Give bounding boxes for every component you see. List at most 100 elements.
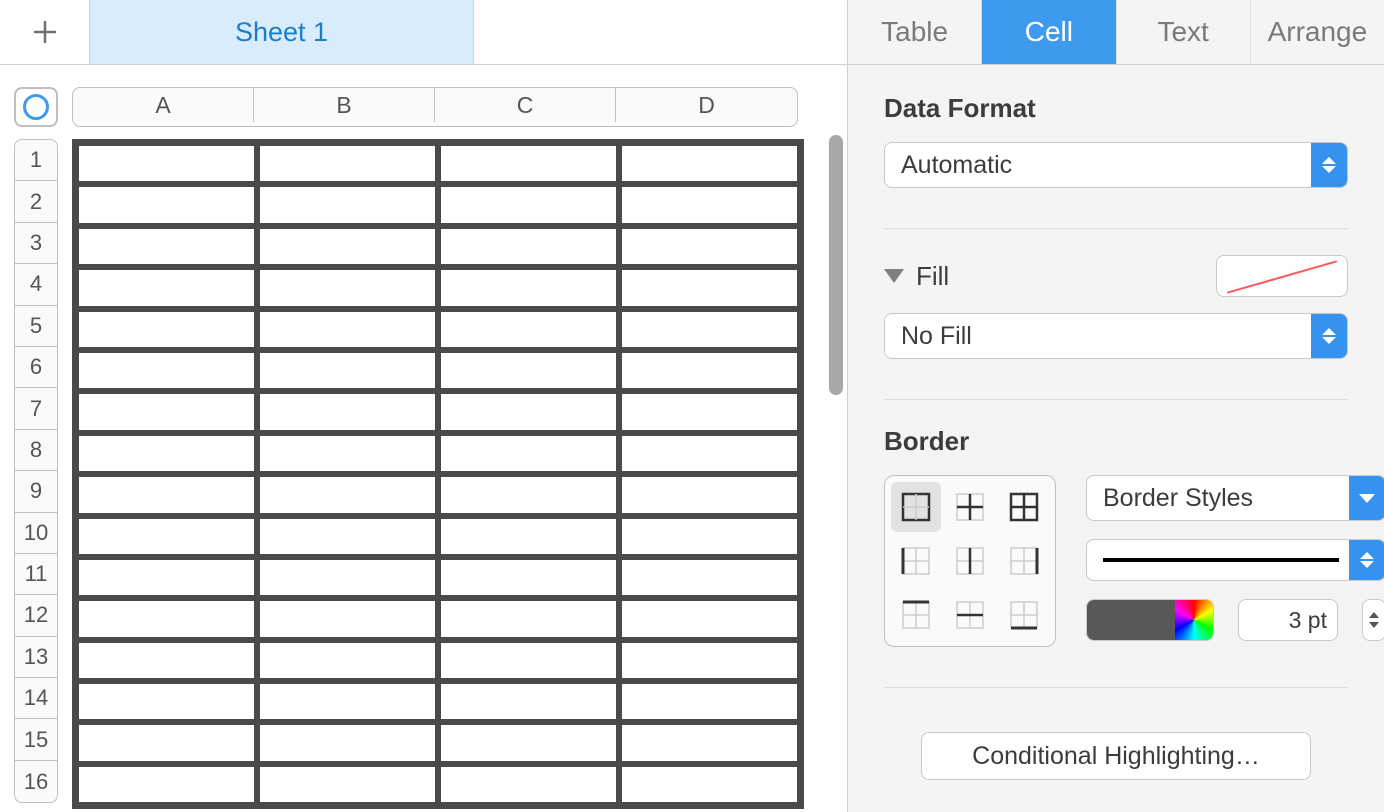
cell[interactable] — [619, 557, 800, 598]
cell[interactable] — [257, 474, 438, 515]
cell[interactable] — [76, 226, 257, 267]
column-header[interactable]: C — [435, 88, 616, 122]
cell[interactable] — [257, 640, 438, 681]
border-color-picker[interactable] — [1086, 599, 1214, 641]
row-header[interactable]: 11 — [15, 554, 57, 595]
cell[interactable] — [76, 433, 257, 474]
cell[interactable] — [76, 681, 257, 722]
tab-cell[interactable]: Cell — [982, 0, 1116, 64]
cell[interactable] — [438, 640, 619, 681]
cell[interactable] — [438, 474, 619, 515]
cell[interactable] — [438, 350, 619, 391]
cell[interactable] — [257, 267, 438, 308]
cell[interactable] — [619, 433, 800, 474]
cell[interactable] — [619, 722, 800, 763]
column-header[interactable]: A — [73, 88, 254, 122]
cell[interactable] — [619, 391, 800, 432]
row-header[interactable]: 6 — [15, 347, 57, 388]
cell[interactable] — [76, 516, 257, 557]
cell[interactable] — [76, 722, 257, 763]
row-header[interactable]: 5 — [15, 306, 57, 347]
cell[interactable] — [257, 309, 438, 350]
select-all-button[interactable] — [14, 87, 58, 127]
border-width-input[interactable]: 3 pt — [1238, 599, 1338, 641]
vertical-scrollbar[interactable] — [829, 135, 843, 395]
cell[interactable] — [76, 764, 257, 805]
cell[interactable] — [76, 391, 257, 432]
column-header[interactable]: B — [254, 88, 435, 122]
cell[interactable] — [257, 557, 438, 598]
tab-text[interactable]: Text — [1117, 0, 1251, 64]
row-header[interactable]: 15 — [15, 719, 57, 760]
tab-arrange[interactable]: Arrange — [1251, 0, 1384, 64]
cell[interactable] — [257, 433, 438, 474]
border-horizontal-button[interactable] — [945, 590, 995, 640]
row-header[interactable]: 1 — [15, 140, 57, 181]
row-header[interactable]: 16 — [15, 761, 57, 802]
cell[interactable] — [76, 474, 257, 515]
cell[interactable] — [619, 226, 800, 267]
cell[interactable] — [619, 474, 800, 515]
fill-disclosure[interactable]: Fill — [884, 261, 949, 292]
cell[interactable] — [438, 391, 619, 432]
cell[interactable] — [438, 764, 619, 805]
cell[interactable] — [438, 226, 619, 267]
border-outline-button[interactable] — [891, 482, 941, 532]
cell[interactable] — [619, 350, 800, 391]
cell[interactable] — [619, 184, 800, 225]
row-header[interactable]: 7 — [15, 388, 57, 429]
cell[interactable] — [76, 309, 257, 350]
cell[interactable] — [257, 722, 438, 763]
border-all-button[interactable] — [999, 482, 1049, 532]
row-header[interactable]: 12 — [15, 595, 57, 636]
cell[interactable] — [76, 350, 257, 391]
cell[interactable] — [438, 433, 619, 474]
cell[interactable] — [257, 184, 438, 225]
cell[interactable] — [438, 722, 619, 763]
cell[interactable] — [438, 143, 619, 184]
cell[interactable] — [257, 516, 438, 557]
cell[interactable] — [619, 640, 800, 681]
row-header[interactable]: 2 — [15, 181, 57, 222]
border-bottom-button[interactable] — [999, 590, 1049, 640]
cell[interactable] — [438, 557, 619, 598]
sheet-tab[interactable]: Sheet 1 — [90, 0, 474, 64]
cell[interactable] — [619, 267, 800, 308]
cell[interactable] — [76, 557, 257, 598]
add-sheet-button[interactable] — [0, 0, 90, 64]
tab-table[interactable]: Table — [848, 0, 982, 64]
border-width-stepper[interactable] — [1362, 599, 1384, 641]
cell[interactable] — [257, 391, 438, 432]
row-header[interactable]: 8 — [15, 430, 57, 471]
cell[interactable] — [619, 681, 800, 722]
cell[interactable] — [257, 764, 438, 805]
row-header[interactable]: 4 — [15, 264, 57, 305]
cell[interactable] — [257, 598, 438, 639]
row-header[interactable]: 9 — [15, 471, 57, 512]
cell[interactable] — [438, 184, 619, 225]
cell[interactable] — [257, 226, 438, 267]
cell[interactable] — [619, 143, 800, 184]
border-line-style-select[interactable] — [1086, 539, 1384, 581]
column-header[interactable]: D — [616, 88, 797, 122]
cell[interactable] — [76, 640, 257, 681]
fill-color-well[interactable] — [1216, 255, 1348, 297]
cell[interactable] — [619, 764, 800, 805]
row-header[interactable]: 13 — [15, 637, 57, 678]
cell[interactable] — [76, 184, 257, 225]
cell[interactable] — [76, 267, 257, 308]
border-right-button[interactable] — [999, 536, 1049, 586]
cell[interactable] — [257, 350, 438, 391]
cell[interactable] — [257, 681, 438, 722]
cell[interactable] — [438, 516, 619, 557]
cell[interactable] — [438, 681, 619, 722]
row-header[interactable]: 3 — [15, 223, 57, 264]
row-header[interactable]: 10 — [15, 513, 57, 554]
cell[interactable] — [76, 143, 257, 184]
cell[interactable] — [619, 598, 800, 639]
data-format-select[interactable]: Automatic — [884, 142, 1348, 188]
spreadsheet-area[interactable]: ABCD 12345678910111213141516 — [0, 65, 847, 812]
cell[interactable] — [438, 309, 619, 350]
border-top-button[interactable] — [891, 590, 941, 640]
conditional-highlighting-button[interactable]: Conditional Highlighting… — [921, 732, 1311, 780]
